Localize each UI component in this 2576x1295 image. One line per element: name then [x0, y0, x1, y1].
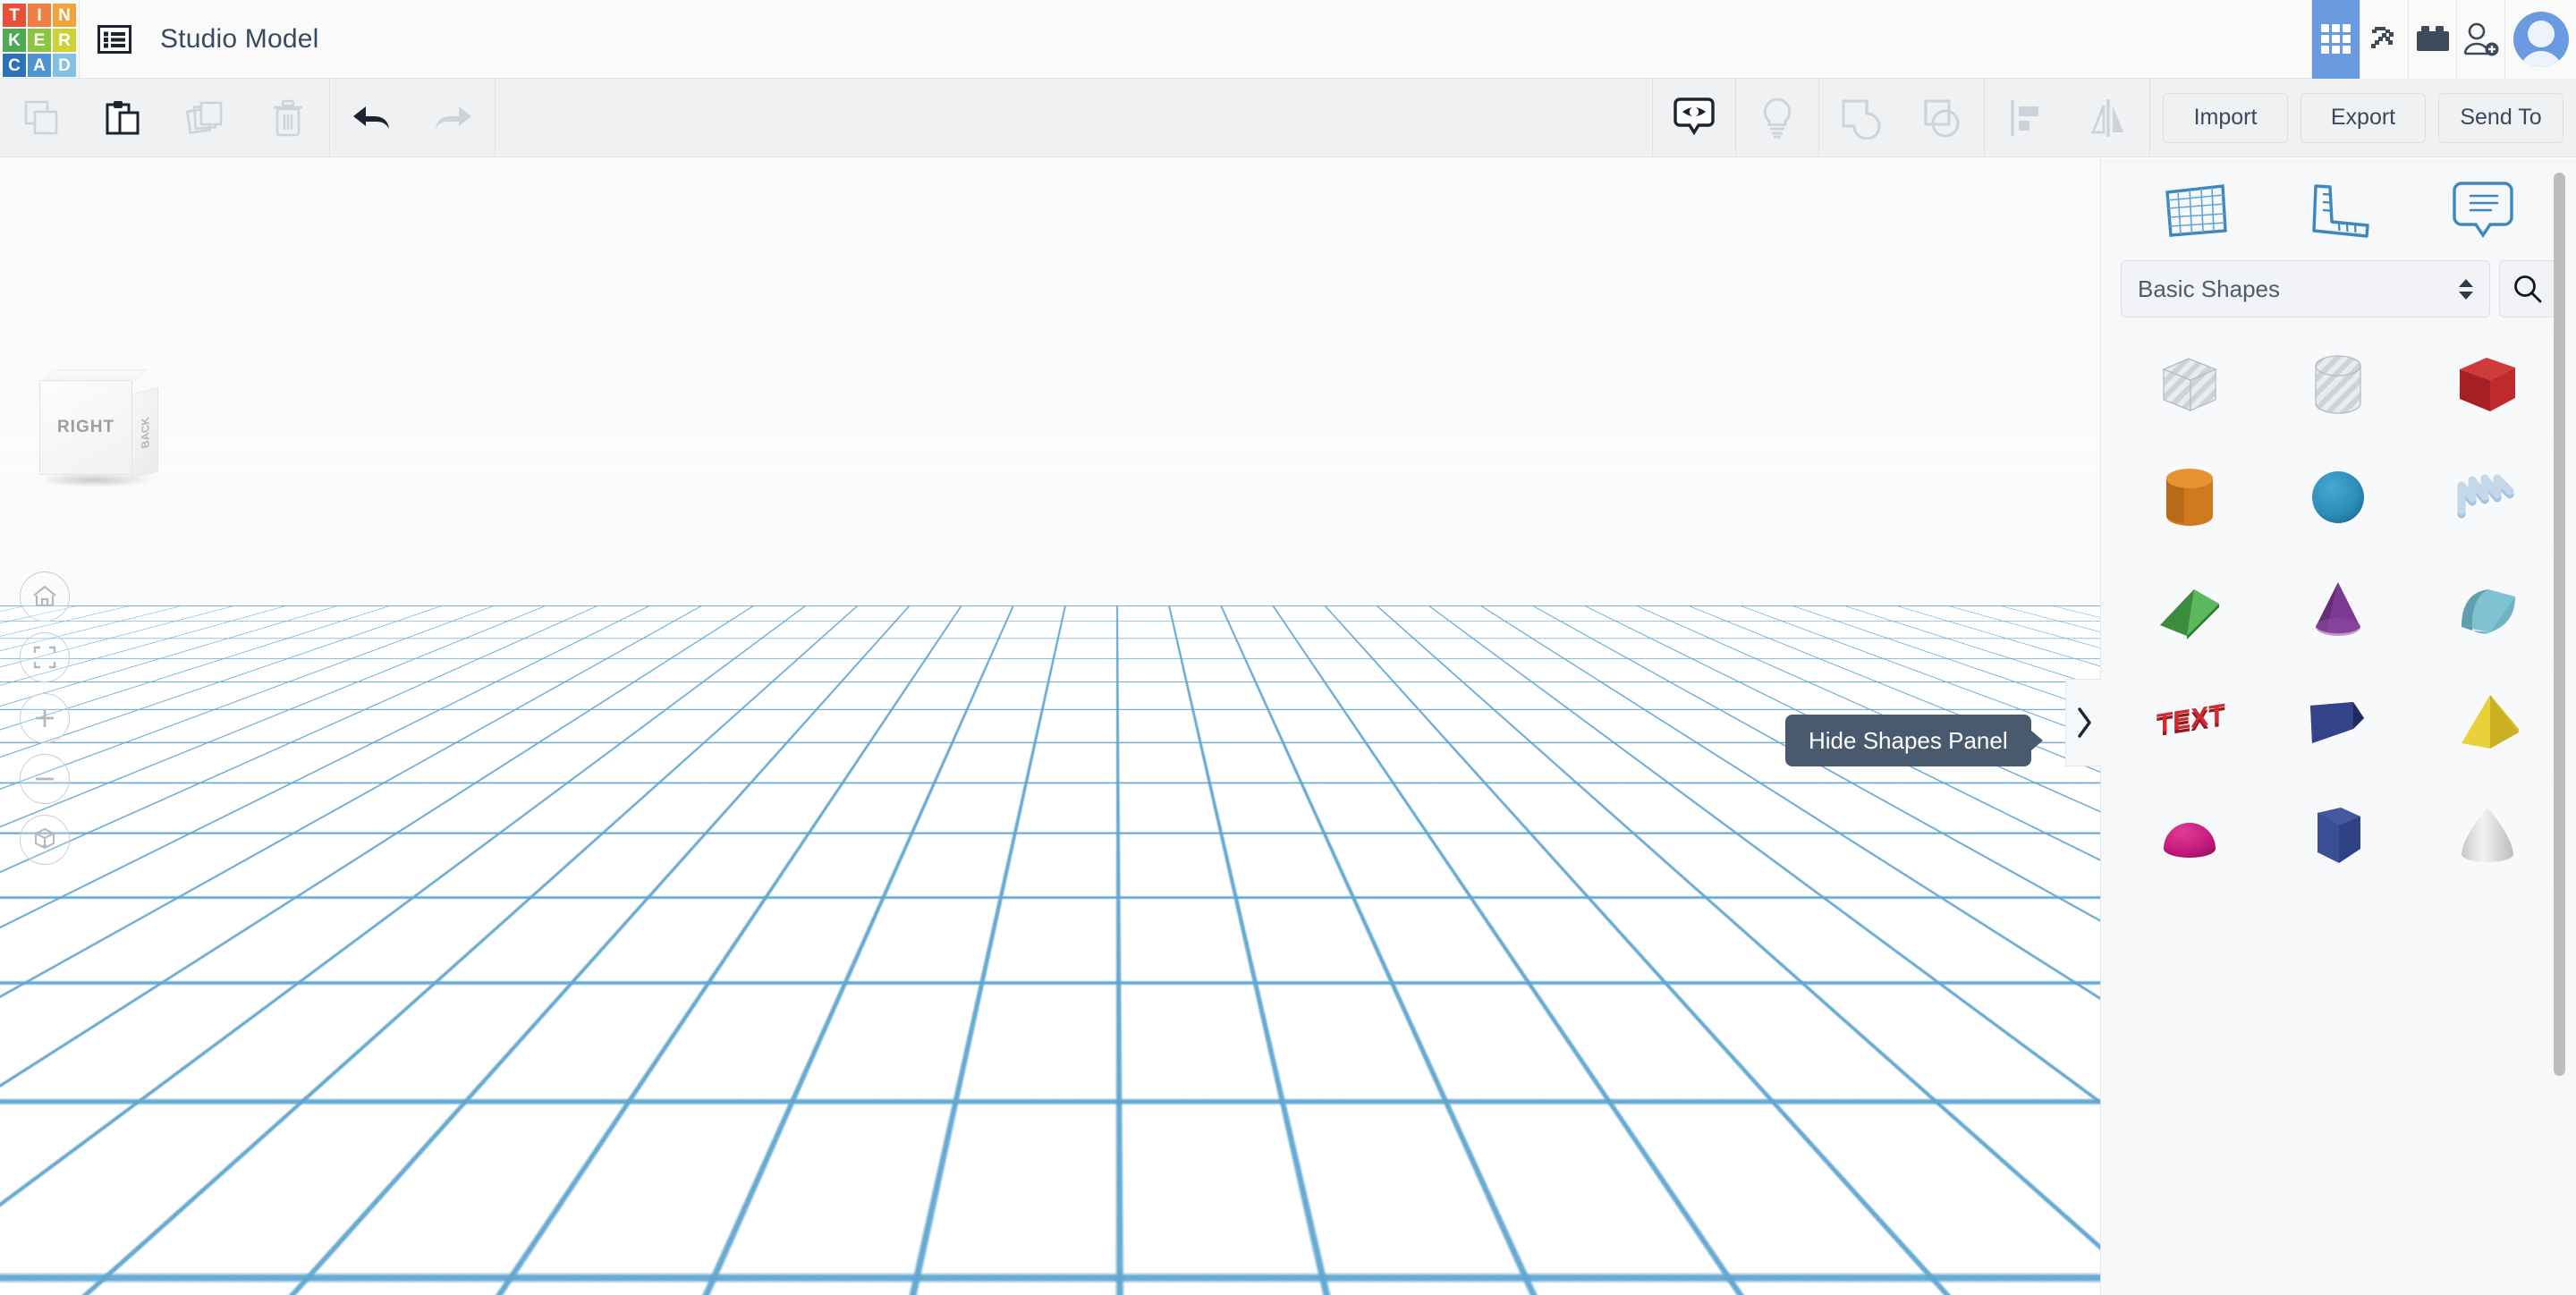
logo-tile: I — [28, 4, 51, 27]
avatar — [2513, 12, 2569, 67]
logo-tile: E — [28, 29, 51, 52]
main-toolbar: Import Export Send To — [0, 79, 2576, 157]
shape-pyramid[interactable] — [2419, 672, 2556, 774]
ruler-icon[interactable] — [2267, 158, 2411, 260]
shape-category-row: Basic Shapes — [2101, 260, 2576, 334]
view-cube-side-face[interactable]: BACK — [131, 388, 158, 478]
send-to-button[interactable]: Send To — [2438, 93, 2563, 143]
paste-icon[interactable] — [82, 79, 165, 157]
tinkercad-logo[interactable]: T I N K E R C A D — [0, 0, 79, 79]
shape-cylinder[interactable] — [2121, 446, 2258, 548]
workplane-icon[interactable] — [2123, 158, 2267, 260]
shape-sphere[interactable] — [2269, 446, 2407, 548]
duplicate-icon[interactable] — [165, 79, 247, 157]
copy-icon[interactable] — [0, 79, 82, 157]
title-bar: T I N K E R C A D Studio Model — [0, 0, 2576, 79]
shape-text[interactable]: TEXT TEXT — [2121, 672, 2258, 774]
shape-box[interactable] — [2419, 334, 2556, 436]
view-cube-front-face[interactable]: RIGHT — [39, 380, 132, 475]
history-tools-group — [330, 79, 495, 157]
lego-brick-icon[interactable] — [2408, 0, 2456, 79]
chevron-right-icon[interactable] — [2065, 679, 2101, 766]
tinkercad-app: T I N K E R C A D Studio Model — [0, 0, 2576, 1295]
delete-icon[interactable] — [247, 79, 329, 157]
align-icon[interactable] — [1985, 79, 2067, 157]
shape-library-grid[interactable]: TEXT TEXT — [2101, 334, 2576, 1295]
zoom-out-icon[interactable] — [20, 754, 70, 804]
import-button[interactable]: Import — [2163, 93, 2288, 143]
shape-cylinder-hole[interactable] — [2269, 334, 2407, 436]
workplane-grid — [0, 605, 2100, 1295]
zoom-in-icon[interactable] — [20, 693, 70, 743]
panel-tool-row — [2101, 158, 2576, 260]
mirror-icon[interactable] — [2067, 79, 2149, 157]
shape-half-sphere[interactable] — [2121, 784, 2258, 886]
shape-round-roof[interactable] — [2419, 559, 2556, 661]
hide-shapes-panel-tooltip: Hide Shapes Panel — [1785, 715, 2031, 766]
shape-polygon[interactable] — [2269, 784, 2407, 886]
logo-tile: D — [53, 54, 76, 77]
ungroup-icon[interactable] — [1902, 79, 1984, 157]
divider — [495, 79, 496, 157]
user-avatar[interactable] — [2504, 0, 2576, 79]
chevron-updown-icon — [2459, 279, 2473, 300]
grid-glyph — [2321, 24, 2351, 54]
redo-icon[interactable] — [412, 79, 495, 157]
shapes-scrollbar-track[interactable] — [2559, 158, 2571, 1295]
fit-to-view-icon[interactable] — [20, 632, 70, 682]
note-icon[interactable] — [2411, 158, 2555, 260]
shape-box-hole[interactable] — [2121, 334, 2258, 436]
io-buttons-group: Import Export Send To — [2150, 79, 2576, 157]
shape-scribble[interactable] — [2419, 446, 2556, 548]
logo-tile: R — [53, 29, 76, 52]
object-tools-group — [1653, 79, 2149, 157]
list-menu-icon[interactable] — [80, 0, 149, 79]
shape-category-value: Basic Shapes — [2138, 275, 2280, 303]
shape-roof[interactable] — [2121, 559, 2258, 661]
group-icon[interactable] — [1819, 79, 1902, 157]
lightbulb-icon[interactable] — [1736, 79, 1818, 157]
logo-tile: N — [53, 4, 76, 27]
home-view-icon[interactable] — [20, 571, 70, 622]
view-cube[interactable]: BACK RIGHT — [20, 362, 172, 496]
apps-grid-icon[interactable] — [2311, 0, 2360, 79]
shape-wedge[interactable] — [2269, 672, 2407, 774]
view-controls — [20, 571, 70, 865]
shape-category-select[interactable]: Basic Shapes — [2121, 260, 2490, 317]
logo-tile: T — [3, 4, 26, 27]
shape-cone[interactable] — [2269, 559, 2407, 661]
orthographic-toggle-icon[interactable] — [20, 815, 70, 865]
export-button[interactable]: Export — [2301, 93, 2426, 143]
minecraft-pickaxe-icon[interactable] — [2360, 0, 2408, 79]
logo-tile: C — [3, 54, 26, 77]
shapes-scrollbar-thumb[interactable] — [2554, 173, 2565, 1076]
view-cube-side-label: BACK — [139, 416, 151, 450]
page-title[interactable]: Studio Model — [160, 24, 319, 55]
workplane-surface — [0, 204, 2100, 605]
titlebar-actions — [2311, 0, 2576, 79]
undo-icon[interactable] — [330, 79, 412, 157]
logo-tile: K — [3, 29, 26, 52]
search-icon[interactable] — [2499, 260, 2556, 317]
logo-tile: A — [28, 54, 51, 77]
view-cube-shadow — [47, 475, 154, 487]
shapes-panel: Basic Shapes — [2100, 158, 2576, 1295]
edit-tools-group — [0, 79, 329, 157]
shape-paraboloid[interactable] — [2419, 784, 2556, 886]
show-hide-eye-icon[interactable] — [1653, 79, 1735, 157]
add-person-icon[interactable] — [2456, 0, 2504, 79]
